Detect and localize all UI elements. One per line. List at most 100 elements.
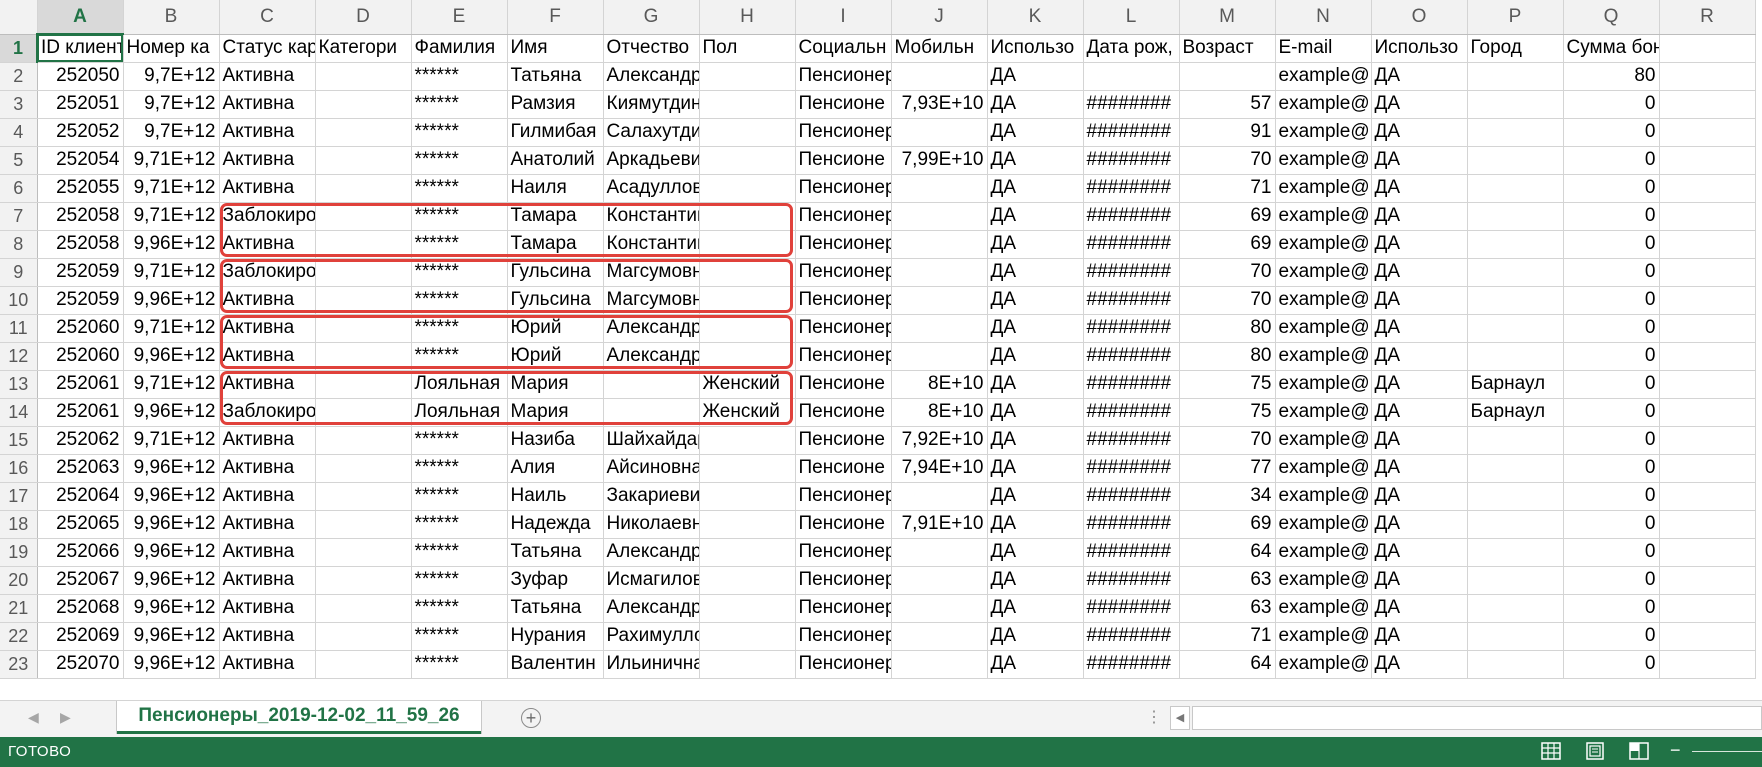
cell-f19[interactable]: Татьяна xyxy=(507,538,604,567)
cell-m5[interactable]: 70 xyxy=(1179,146,1276,175)
cell-a11[interactable]: 252060 xyxy=(37,314,124,343)
row-header[interactable]: 10 xyxy=(0,286,38,315)
cell-e23[interactable]: ****** xyxy=(411,650,508,679)
cell-k17[interactable]: ДА xyxy=(987,482,1084,511)
cell-d5[interactable] xyxy=(315,146,412,175)
cell-g11[interactable]: Александрович xyxy=(603,314,700,343)
cell-b2[interactable]: 9,7E+12 xyxy=(123,62,220,91)
cell-c14[interactable]: Заблокирована xyxy=(219,398,316,427)
cell-b13[interactable]: 9,71E+12 xyxy=(123,370,220,399)
column-header-c[interactable]: C xyxy=(219,0,316,35)
column-header-k[interactable]: K xyxy=(987,0,1084,35)
cell-i12[interactable]: Пенсионер xyxy=(795,342,892,371)
cell-g17[interactable]: Закариевич xyxy=(603,482,700,511)
row-header[interactable]: 23 xyxy=(0,650,38,679)
cell-r9[interactable] xyxy=(1659,258,1756,287)
cell-e15[interactable]: ****** xyxy=(411,426,508,455)
cell-l4[interactable]: ######## xyxy=(1083,118,1180,147)
cell-i13[interactable]: Пенсионе xyxy=(795,370,892,399)
cell-p23[interactable] xyxy=(1467,650,1564,679)
cell-d20[interactable] xyxy=(315,566,412,595)
cell-c12[interactable]: Активна xyxy=(219,342,316,371)
scroll-left-icon[interactable]: ◀ xyxy=(1170,706,1190,730)
cell-l9[interactable]: ######## xyxy=(1083,258,1180,287)
cell-a3[interactable]: 252051 xyxy=(37,90,124,119)
cell-q11[interactable]: 0 xyxy=(1563,314,1660,343)
cell-i18[interactable]: Пенсионе xyxy=(795,510,892,539)
cell-d9[interactable] xyxy=(315,258,412,287)
cell-n1[interactable]: E-mail xyxy=(1275,34,1372,63)
cell-o5[interactable]: ДА xyxy=(1371,146,1468,175)
cell-c6[interactable]: Активна xyxy=(219,174,316,203)
cell-n6[interactable]: example@ xyxy=(1275,174,1372,203)
cell-h18[interactable] xyxy=(699,510,796,539)
cell-j15[interactable]: 7,92E+10 xyxy=(891,426,988,455)
cell-j7[interactable] xyxy=(891,202,988,231)
cell-a16[interactable]: 252063 xyxy=(37,454,124,483)
cell-r2[interactable] xyxy=(1659,62,1756,91)
cell-g1[interactable]: Отчество xyxy=(603,34,700,63)
cell-n22[interactable]: example@ xyxy=(1275,622,1372,651)
cell-q21[interactable]: 0 xyxy=(1563,594,1660,623)
cell-m18[interactable]: 69 xyxy=(1179,510,1276,539)
cell-b9[interactable]: 9,71E+12 xyxy=(123,258,220,287)
cell-h19[interactable] xyxy=(699,538,796,567)
cell-a5[interactable]: 252054 xyxy=(37,146,124,175)
column-header-r[interactable]: R xyxy=(1659,0,1756,35)
cell-l2[interactable] xyxy=(1083,62,1180,91)
cell-c4[interactable]: Активна xyxy=(219,118,316,147)
cell-p19[interactable] xyxy=(1467,538,1564,567)
cell-c19[interactable]: Активна xyxy=(219,538,316,567)
select-all-corner[interactable] xyxy=(0,0,38,35)
cell-a20[interactable]: 252067 xyxy=(37,566,124,595)
cell-g19[interactable]: Александровна xyxy=(603,538,700,567)
column-header-d[interactable]: D xyxy=(315,0,412,35)
cell-r16[interactable] xyxy=(1659,454,1756,483)
cell-i4[interactable]: Пенсионер xyxy=(795,118,892,147)
cell-b1[interactable]: Номер ка xyxy=(123,34,220,63)
cell-l10[interactable]: ######## xyxy=(1083,286,1180,315)
cell-b3[interactable]: 9,7E+12 xyxy=(123,90,220,119)
cell-h10[interactable] xyxy=(699,286,796,315)
cell-c22[interactable]: Активна xyxy=(219,622,316,651)
cell-g14[interactable] xyxy=(603,398,700,427)
cell-f5[interactable]: Анатолий xyxy=(507,146,604,175)
cell-g9[interactable]: Магсумовна xyxy=(603,258,700,287)
cell-n13[interactable]: example@ xyxy=(1275,370,1372,399)
cell-n8[interactable]: example@ xyxy=(1275,230,1372,259)
column-header-m[interactable]: M xyxy=(1179,0,1276,35)
row-header[interactable]: 16 xyxy=(0,454,38,483)
cell-l17[interactable]: ######## xyxy=(1083,482,1180,511)
cell-o10[interactable]: ДА xyxy=(1371,286,1468,315)
cell-a21[interactable]: 252068 xyxy=(37,594,124,623)
cell-k5[interactable]: ДА xyxy=(987,146,1084,175)
cell-l18[interactable]: ######## xyxy=(1083,510,1180,539)
cell-p14[interactable]: Барнаул xyxy=(1467,398,1564,427)
cell-n19[interactable]: example@ xyxy=(1275,538,1372,567)
cell-f2[interactable]: Татьяна xyxy=(507,62,604,91)
cell-g22[interactable]: Рахимулловна xyxy=(603,622,700,651)
cell-i19[interactable]: Пенсионер xyxy=(795,538,892,567)
cell-l16[interactable]: ######## xyxy=(1083,454,1180,483)
cell-f17[interactable]: Наиль xyxy=(507,482,604,511)
cell-j14[interactable]: 8E+10 xyxy=(891,398,988,427)
cell-g4[interactable]: Салахутдиновна xyxy=(603,118,700,147)
cell-g3[interactable]: Киямутдиновна xyxy=(603,90,700,119)
cell-o17[interactable]: ДА xyxy=(1371,482,1468,511)
cell-r1[interactable] xyxy=(1659,34,1756,63)
cell-c3[interactable]: Активна xyxy=(219,90,316,119)
cell-a18[interactable]: 252065 xyxy=(37,510,124,539)
cell-a8[interactable]: 252058 xyxy=(37,230,124,259)
cell-r6[interactable] xyxy=(1659,174,1756,203)
cell-a7[interactable]: 252058 xyxy=(37,202,124,231)
cell-m23[interactable]: 64 xyxy=(1179,650,1276,679)
cell-c7[interactable]: Заблокирована xyxy=(219,202,316,231)
cell-b15[interactable]: 9,71E+12 xyxy=(123,426,220,455)
cell-d7[interactable] xyxy=(315,202,412,231)
next-sheet-icon[interactable]: ▶ xyxy=(60,709,71,726)
cell-r3[interactable] xyxy=(1659,90,1756,119)
cell-g8[interactable]: Константиновна xyxy=(603,230,700,259)
cell-j21[interactable] xyxy=(891,594,988,623)
cell-e13[interactable]: Лояльная xyxy=(411,370,508,399)
cell-m9[interactable]: 70 xyxy=(1179,258,1276,287)
